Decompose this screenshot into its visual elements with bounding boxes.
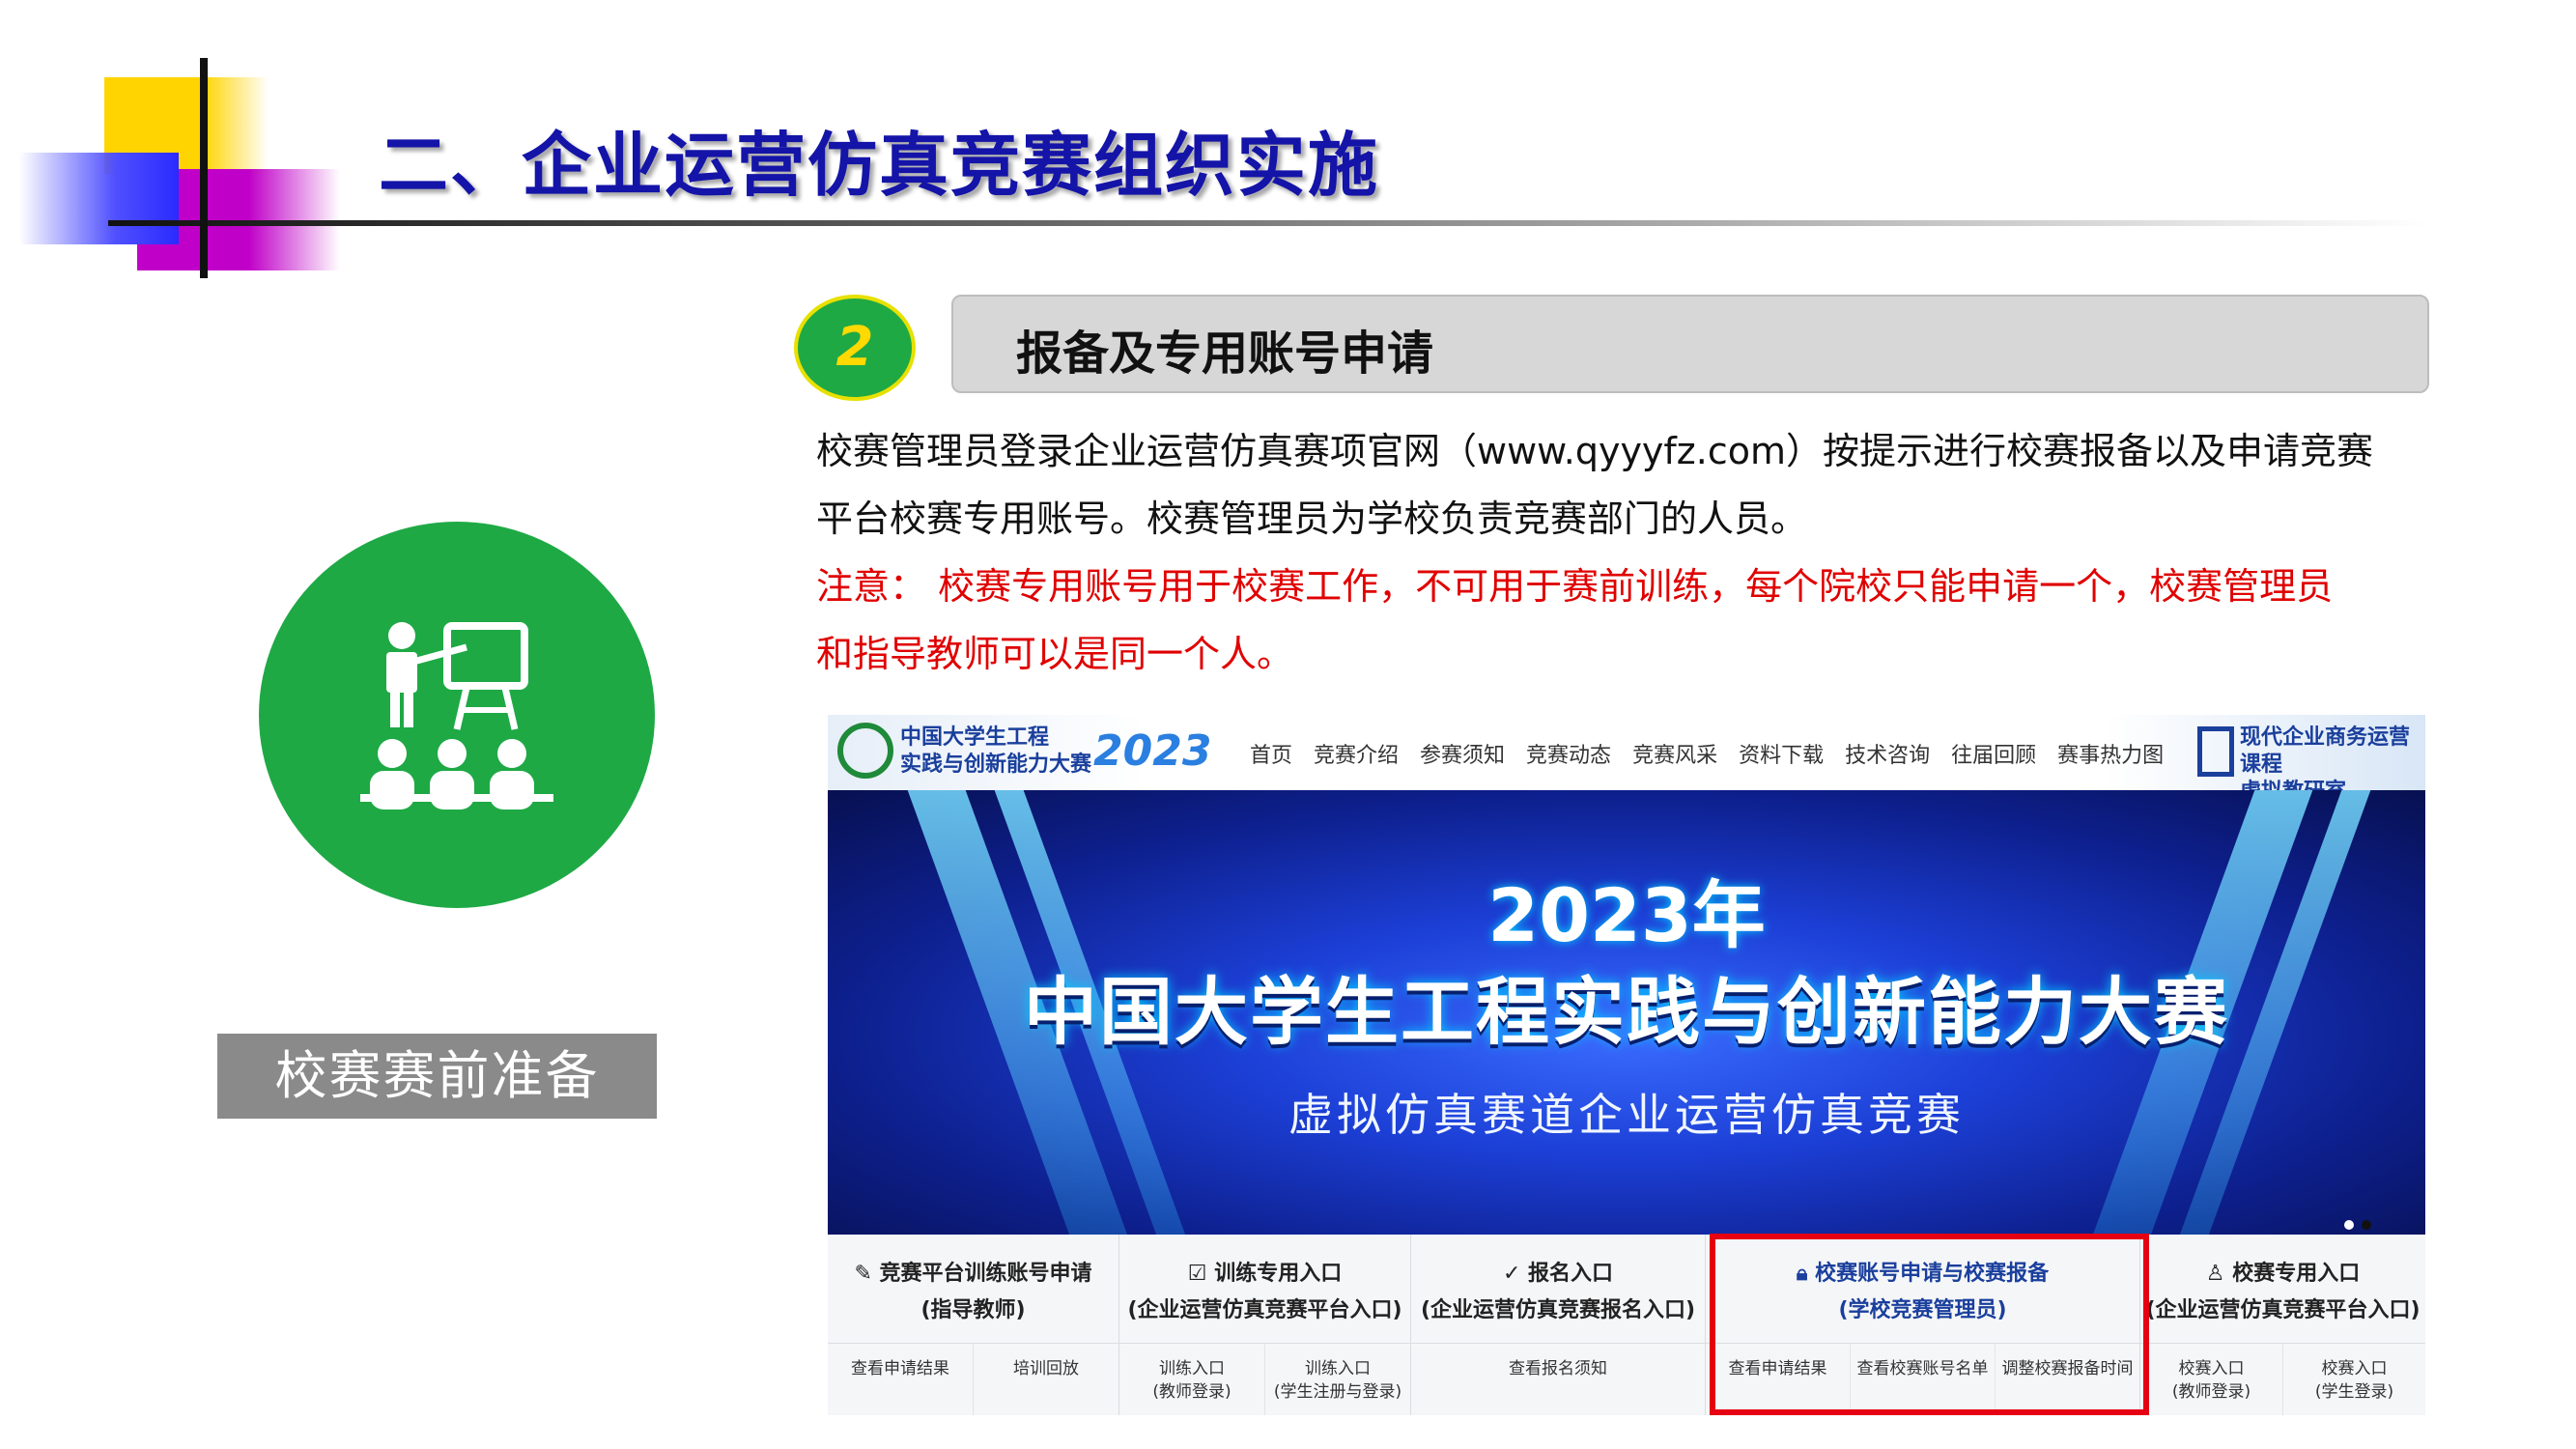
entry-subtitle: (指导教师) [920, 1298, 1026, 1322]
banner-year: 2023年 [1487, 872, 1766, 958]
step-title: 报备及专用账号申请 [1016, 327, 1434, 381]
nav-support[interactable]: 技术咨询 [1845, 738, 1930, 769]
entry-training-portal[interactable]: ☑ 训练专用入口 (企业运营仿真竞赛平台入口) 训练入口 (教师登录) 训练入口… [1119, 1235, 1411, 1415]
main-nav: 首页 竞赛介绍 参赛须知 竞赛动态 竞赛风采 资料下载 技术咨询 往届回顾 赛事… [1250, 738, 2164, 769]
description-line-1: 校赛管理员登录企业运营仿真赛项官网（www.qyyyfz.com）按提示进行校赛… [816, 430, 2373, 472]
entry-title: ☑ 训练专用入口 [1119, 1256, 1410, 1287]
link-training-teacher[interactable]: 训练入口 (教师登录) [1119, 1344, 1265, 1415]
nav-downloads[interactable]: 资料下载 [1739, 738, 1824, 769]
carousel-dots[interactable] [2344, 1215, 2379, 1234]
competition-logo-text: 中国大学生工程 实践与创新能力大赛 [900, 724, 1091, 779]
link-training-student[interactable]: 训练入口 (学生注册与登录) [1265, 1344, 1410, 1415]
prep-label: 校赛赛前准备 [217, 1034, 657, 1119]
year-logo: 2023 [1093, 726, 1212, 776]
note-line-1: 注意： 校赛专用账号用于校赛工作，不可用于赛前训练，每个院校只能申请一个，校赛管… [816, 565, 2334, 608]
title-underline [108, 220, 2426, 226]
decor-blue-square [19, 153, 179, 244]
entry-title-text: 报名入口 [1528, 1262, 1614, 1286]
logo-line-1: 中国大学生工程 [900, 725, 1050, 750]
nav-news[interactable]: 竞赛动态 [1526, 738, 1611, 769]
link-school-teacher[interactable]: 校赛入口 (教师登录) [2140, 1344, 2283, 1415]
user-icon: ♙ [2205, 1262, 2233, 1286]
highlight-box [1710, 1234, 2149, 1415]
lab-logo-line-1: 现代企业商务运营课程 [2240, 725, 2411, 777]
website-screenshot: 中国大学生工程 实践与创新能力大赛 2023 首页 竞赛介绍 参赛须知 竞赛动态… [828, 715, 2425, 1415]
nav-gallery[interactable]: 竞赛风采 [1632, 738, 1717, 769]
entry-school-portal[interactable]: ♙ 校赛专用入口 (企业运营仿真竞赛平台入口) 校赛入口 (教师登录) 校赛入口… [2140, 1235, 2425, 1415]
step-number-badge: 2 [794, 295, 916, 401]
entry-title-text: 竞赛平台训练账号申请 [879, 1262, 1092, 1286]
entry-registration[interactable]: ✓ 报名入口 (企业运营仿真竞赛报名入口) 查看报名须知 [1411, 1235, 1706, 1415]
carousel-dot[interactable] [2344, 1220, 2354, 1230]
checkbox-icon: ☑ [1187, 1262, 1215, 1286]
entry-panel: ✎ 竞赛平台训练账号申请 (指导教师) 查看申请结果 培训回放 ☑ 训练专用入口… [828, 1235, 2425, 1415]
lab-logo-icon [2197, 726, 2234, 777]
website-navbar: 中国大学生工程 实践与创新能力大赛 2023 首页 竞赛介绍 参赛须知 竞赛动态… [828, 715, 2425, 804]
entry-subtitle: (企业运营仿真竞赛平台入口) [2145, 1298, 2420, 1322]
link-school-student[interactable]: 校赛入口 (学生登录) [2283, 1344, 2425, 1415]
entry-training-account[interactable]: ✎ 竞赛平台训练账号申请 (指导教师) 查看申请结果 培训回放 [828, 1235, 1119, 1415]
entry-title-text: 训练专用入口 [1214, 1262, 1343, 1286]
banner-subtitle: 虚拟仿真赛道企业运营仿真竞赛 [1288, 1089, 1965, 1141]
teacher-presentation-svg [360, 622, 553, 810]
nav-notice[interactable]: 参赛须知 [1420, 738, 1505, 769]
entry-subtitle: (企业运营仿真竞赛平台入口) [1127, 1298, 1402, 1322]
hero-banner: 2023年 中国大学生工程实践与创新能力大赛 虚拟仿真赛道企业运营仿真竞赛 [828, 790, 2425, 1235]
carousel-dot-active[interactable] [2362, 1220, 2371, 1230]
teacher-presentation-icon [259, 522, 655, 908]
competition-logo-icon [837, 723, 893, 779]
description-line-2: 平台校赛专用账号。校赛管理员为学校负责竞赛部门的人员。 [816, 497, 1808, 540]
nav-heatmap[interactable]: 赛事热力图 [2057, 738, 2164, 769]
nav-home[interactable]: 首页 [1250, 738, 1292, 769]
entry-title: ♙ 校赛专用入口 [2140, 1256, 2425, 1287]
link-training-replay[interactable]: 培训回放 [974, 1344, 1118, 1415]
decor-vertical-line [200, 58, 208, 278]
nav-history[interactable]: 往届回顾 [1951, 738, 2036, 769]
check-icon: ✓ [1502, 1262, 1529, 1286]
link-view-result[interactable]: 查看申请结果 [828, 1344, 974, 1415]
banner-title: 中国大学生工程实践与创新能力大赛 [1024, 969, 2229, 1055]
entry-title-text: 校赛专用入口 [2232, 1262, 2361, 1286]
logo-line-2: 实践与创新能力大赛 [900, 753, 1092, 777]
note-line-2: 和指导教师可以是同一个人。 [816, 633, 1294, 675]
slide-title: 二、企业运营仿真竞赛组织实施 [379, 125, 1380, 206]
entry-title: ✓ 报名入口 [1411, 1256, 1705, 1287]
pen-icon: ✎ [854, 1262, 880, 1286]
link-registration-notice[interactable]: 查看报名须知 [1411, 1344, 1705, 1415]
entry-title: ✎ 竞赛平台训练账号申请 [828, 1256, 1118, 1287]
nav-intro[interactable]: 竞赛介绍 [1314, 738, 1399, 769]
entry-subtitle: (企业运营仿真竞赛报名入口) [1420, 1298, 1696, 1322]
